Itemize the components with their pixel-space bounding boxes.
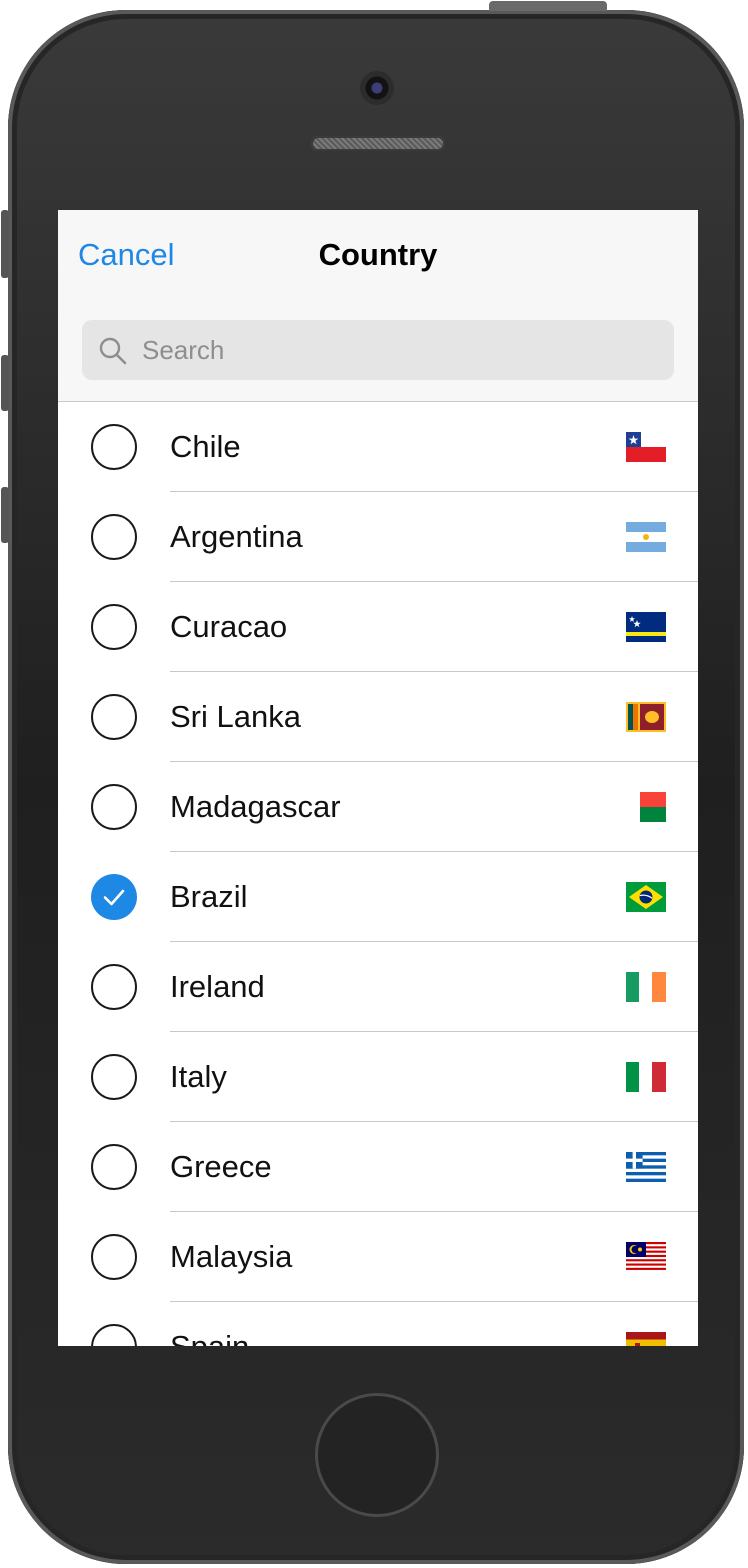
- country-name: Ireland: [170, 969, 265, 1004]
- checkmark-icon: [103, 889, 125, 906]
- italy-flag-icon: [626, 1062, 666, 1092]
- search-input[interactable]: [140, 320, 660, 380]
- country-name: Malaysia: [170, 1239, 293, 1274]
- chile-flag-icon: [626, 432, 666, 462]
- mute-switch: [1, 210, 9, 278]
- country-row[interactable]: Italy: [58, 1032, 698, 1122]
- country-row[interactable]: Chile: [58, 402, 698, 492]
- country-name: Spain: [170, 1302, 249, 1346]
- ireland-flag-icon: [626, 972, 666, 1002]
- radio-unchecked[interactable]: [91, 784, 137, 830]
- country-row[interactable]: Sri Lanka: [58, 672, 698, 762]
- radio-unchecked[interactable]: [91, 514, 137, 560]
- speaker-grille: [311, 136, 445, 151]
- country-row[interactable]: Argentina: [58, 492, 698, 582]
- radio-unchecked[interactable]: [91, 604, 137, 650]
- country-name: Brazil: [170, 879, 248, 914]
- country-row[interactable]: Curacao: [58, 582, 698, 672]
- country-list: Chile Argentina Curacao Sri Lanka Madagascar…: [58, 402, 698, 1346]
- country-row[interactable]: Greece: [58, 1122, 698, 1212]
- spain-flag-icon: [626, 1332, 666, 1346]
- country-row[interactable]: Madagascar: [58, 762, 698, 852]
- country-row[interactable]: Ireland: [58, 942, 698, 1032]
- radio-unchecked[interactable]: [91, 1144, 137, 1190]
- country-name: Argentina: [170, 519, 303, 554]
- volume-up-button: [1, 355, 9, 411]
- country-name: Greece: [170, 1149, 272, 1184]
- curacao-flag-icon: [626, 612, 666, 642]
- malaysia-flag-icon: [626, 1242, 666, 1272]
- radio-checked[interactable]: [91, 874, 137, 920]
- search-bar[interactable]: [82, 320, 674, 380]
- country-name: Sri Lanka: [170, 699, 301, 734]
- country-name: Chile: [170, 429, 241, 464]
- greece-flag-icon: [626, 1152, 666, 1182]
- sri-lanka-flag-icon: [626, 702, 666, 732]
- power-button: [489, 1, 607, 11]
- country-row[interactable]: Brazil: [58, 852, 698, 942]
- radio-unchecked[interactable]: [91, 424, 137, 470]
- argentina-flag-icon: [626, 522, 666, 552]
- radio-unchecked[interactable]: [91, 964, 137, 1010]
- volume-down-button: [1, 487, 9, 543]
- camera-icon: [360, 71, 394, 105]
- home-button[interactable]: [315, 1393, 439, 1517]
- radio-unchecked[interactable]: [91, 1234, 137, 1280]
- radio-unchecked[interactable]: [91, 1054, 137, 1100]
- page-title: Country: [318, 237, 438, 272]
- country-row[interactable]: Spain: [58, 1302, 698, 1346]
- country-name: Madagascar: [170, 789, 341, 824]
- country-row[interactable]: Malaysia: [58, 1212, 698, 1302]
- radio-unchecked[interactable]: [91, 1324, 137, 1346]
- brazil-flag-icon: [626, 882, 666, 912]
- screen: Cancel Country Chile Argentina Curacao Sri …: [58, 210, 698, 1346]
- country-name: Curacao: [170, 609, 288, 644]
- country-name: Italy: [170, 1059, 227, 1094]
- navigation-bar: Cancel Country: [58, 210, 698, 402]
- search-icon: [99, 337, 127, 365]
- madagascar-flag-icon: [626, 792, 666, 822]
- radio-unchecked[interactable]: [91, 694, 137, 740]
